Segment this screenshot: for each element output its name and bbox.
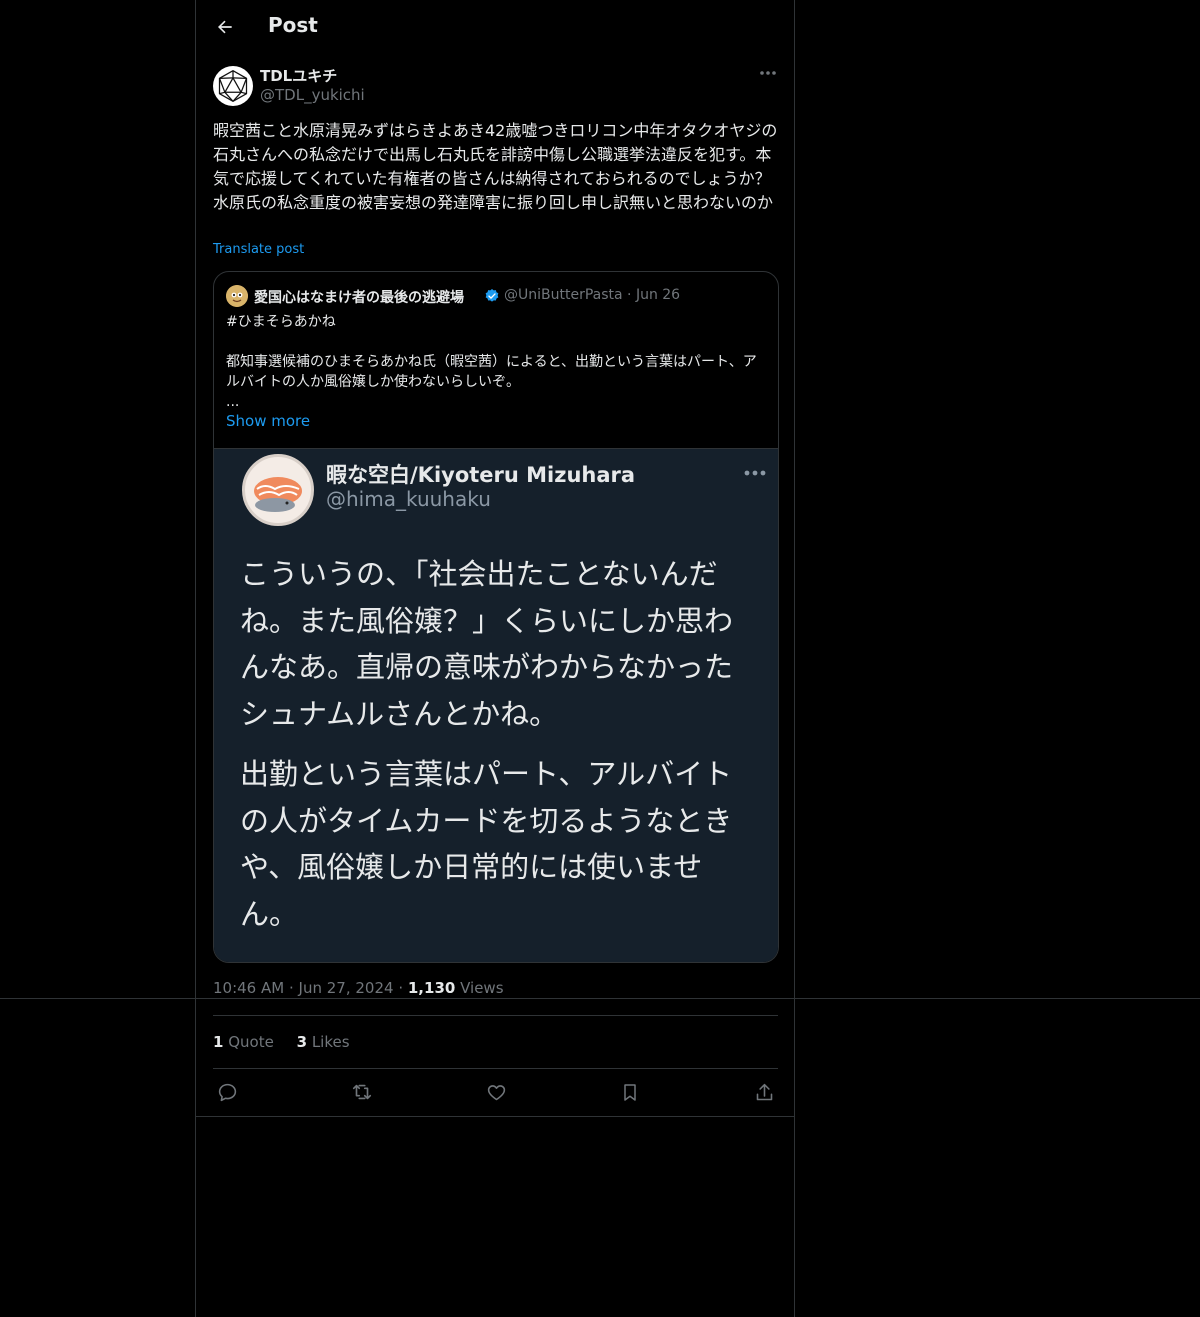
action-bar: [196, 1078, 794, 1106]
post-text: 暇空茜こと水原清晃みずはらきよあき42歳嘘つきロリコン中年オタクオヤジの石丸さん…: [213, 121, 778, 212]
heart-icon: [487, 1084, 505, 1100]
screenshot-author-handle: @hima_kuuhaku: [326, 487, 491, 511]
more-options-button[interactable]: [757, 62, 779, 84]
screenshot-paragraph: 出勤という言葉はパート、アルバイトの人がタイムカードを切るようなときや、風俗嬢し…: [240, 757, 733, 931]
quoted-screenshot-image[interactable]: 暇な空白/Kiyoteru Mizuhara @hima_kuuhaku こうい…: [214, 448, 778, 962]
separator-dot: ·: [398, 979, 408, 997]
bookmark-icon: [624, 1083, 636, 1101]
repost-button[interactable]: [348, 1078, 376, 1106]
page-title: Post: [268, 13, 318, 37]
quoted-date: Jun 26: [635, 287, 681, 303]
screenshot-avatar: [242, 454, 314, 526]
separator-dot: ·: [627, 287, 636, 303]
quotes-stat[interactable]: 1 Quote: [213, 1033, 274, 1051]
author-name[interactable]: TDLユキチ: [260, 65, 337, 86]
separator-dot: ·: [288, 979, 299, 997]
quoted-author-avatar: [226, 285, 248, 307]
views-label: Views: [460, 979, 504, 997]
post-meta: 10:46 AM · Jun 27, 2024 · 1,130 Views: [213, 979, 504, 997]
arrow-left-icon: [218, 20, 232, 34]
quoted-text: #ひまそらあかね 都知事選候補のひまそらあかね氏（暇空茜）によると、出勤という言…: [226, 314, 757, 410]
author-avatar[interactable]: [213, 66, 253, 106]
divider: [196, 1116, 794, 1117]
likes-label: Likes: [311, 1033, 350, 1051]
engagement-stats: 1 Quote 3 Likes: [213, 1033, 368, 1051]
like-button[interactable]: [482, 1078, 510, 1106]
icosahedron-logo-icon: [218, 70, 248, 102]
quotes-label: Quote: [228, 1033, 274, 1051]
likes-stat[interactable]: 3 Likes: [297, 1033, 350, 1051]
page-header: Post: [196, 0, 794, 53]
quoted-post-card[interactable]: 愛国心はなまけ者の最後の逃避場 @UniButterPasta · Jun 26…: [213, 271, 779, 963]
back-button[interactable]: [208, 10, 242, 44]
author-handle[interactable]: @TDL_yukichi: [260, 86, 365, 104]
sushi-seal-icon: [254, 477, 302, 512]
reply-icon: [218, 1083, 236, 1101]
post-date[interactable]: Jun 27, 2024: [299, 979, 394, 997]
quoted-author-handle: @UniButterPasta: [504, 287, 623, 303]
translate-post-link[interactable]: Translate post: [213, 242, 304, 257]
bookmark-button[interactable]: [616, 1078, 644, 1106]
quoted-author-name: 愛国心はなまけ者の最後の逃避場: [254, 290, 464, 306]
divider: [213, 1015, 778, 1016]
reply-button[interactable]: [213, 1078, 241, 1106]
repost-icon: [352, 1084, 372, 1100]
main-column: Post TDLユキチ @TDL_yukichi 暇空茜こと水原清晃みずはらきよ…: [195, 0, 795, 1317]
verified-badge-icon: [485, 289, 499, 302]
cartoon-avatar-icon: [226, 285, 248, 307]
quoted-meta: @UniButterPasta · Jun 26: [504, 287, 680, 303]
screenshot-author-name: 暇な空白/Kiyoteru Mizuhara: [326, 463, 636, 487]
more-horizontal-icon: [744, 470, 766, 476]
more-horizontal-icon: [760, 71, 776, 75]
post-time[interactable]: 10:46 AM: [213, 979, 284, 997]
quotes-count: 1: [213, 1033, 224, 1051]
likes-count: 3: [296, 1033, 308, 1051]
divider: [213, 1068, 778, 1069]
views-count: 1,130: [407, 979, 456, 997]
screenshot-paragraph: こういうの、「社会出たことないんだね。また風俗嬢？」くらいにしか思わんなあ。直帰…: [240, 557, 734, 731]
show-more-link[interactable]: Show more: [226, 412, 310, 430]
share-icon: [756, 1083, 772, 1100]
share-button[interactable]: [750, 1078, 778, 1106]
